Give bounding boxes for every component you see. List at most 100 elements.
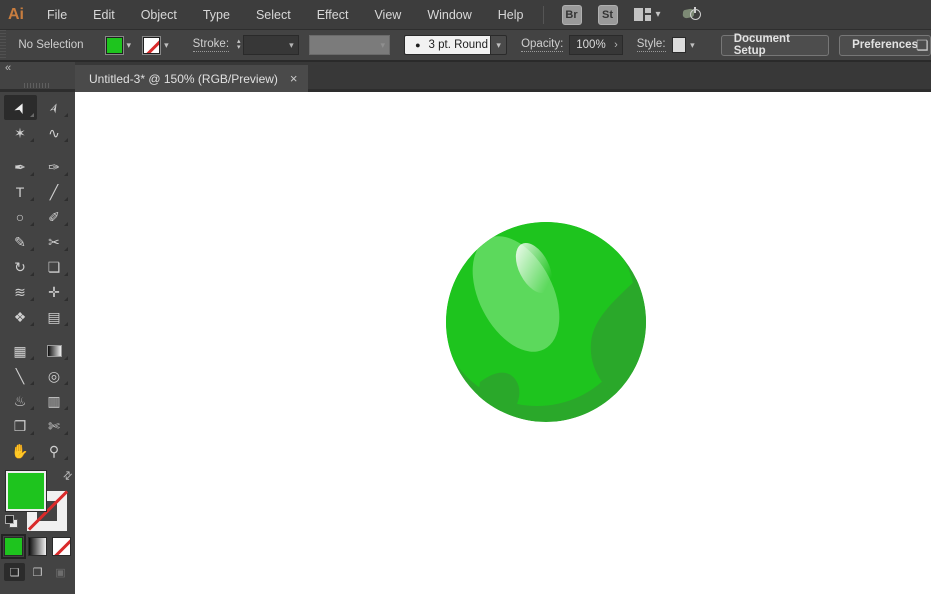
- opacity-slider-arrow-icon[interactable]: ›: [614, 39, 618, 51]
- brush-preview-icon: ●: [415, 40, 421, 50]
- ellipse-tool[interactable]: ○: [4, 204, 37, 229]
- pen-icon: ✒: [14, 158, 26, 175]
- chevron-down-icon[interactable]: ▾: [686, 38, 699, 53]
- paintbrush-tool[interactable]: ✐: [38, 204, 71, 229]
- pen-tool[interactable]: ✒: [4, 154, 37, 179]
- selection-tool[interactable]: ➤: [3, 95, 37, 120]
- direct-selection-tool[interactable]: ➢: [38, 95, 71, 120]
- chevron-down-icon[interactable]: ▾: [123, 38, 136, 53]
- symbol-sprayer-tool[interactable]: ♨: [4, 388, 37, 413]
- perspective-grid-tool[interactable]: ▤: [38, 304, 71, 329]
- stroke-weight-stepper[interactable]: ▴ ▾: [237, 38, 241, 51]
- menu-item-window[interactable]: Window: [414, 1, 484, 29]
- zoom-tool[interactable]: ⚲: [38, 438, 71, 463]
- opacity-label[interactable]: Opacity:: [521, 38, 564, 52]
- menu-item-edit[interactable]: Edit: [80, 1, 128, 29]
- hand-tool[interactable]: ✋: [4, 438, 37, 463]
- gpu-performance-icon[interactable]: [681, 6, 701, 23]
- artboard-tool[interactable]: ❐: [4, 413, 37, 438]
- opacity-input[interactable]: 100% ›: [569, 35, 623, 55]
- width-tool[interactable]: ≋: [4, 279, 37, 304]
- eyedropper-icon: ╲: [15, 367, 25, 384]
- selection-status: No Selection: [18, 39, 84, 51]
- gradient-tool[interactable]: [38, 338, 71, 363]
- collapse-panel-icon[interactable]: «: [5, 62, 11, 74]
- shape-builder-tool[interactable]: ❖: [4, 304, 37, 329]
- toolbar-grip[interactable]: [24, 83, 50, 88]
- slice-icon: ✄: [48, 417, 60, 434]
- illustrator-window: Ai File Edit Object Type Select Effect View Win…: [0, 0, 931, 594]
- paintbrush-icon: ✐: [48, 208, 60, 225]
- stroke-color-picker[interactable]: ▾: [142, 35, 173, 55]
- puppet-warp-tool[interactable]: ✛: [38, 279, 71, 304]
- workspace-switcher[interactable]: ▾: [633, 8, 661, 21]
- blend-tool[interactable]: ◎: [38, 363, 71, 388]
- app-logo: Ai: [8, 5, 24, 23]
- stroke-weight-dropdown[interactable]: ▾: [242, 35, 299, 55]
- line-segment-tool[interactable]: ╱: [38, 179, 71, 204]
- bridge-button[interactable]: Br: [561, 4, 582, 25]
- document-tab[interactable]: Untitled-3* @ 150% (RGB/Preview) ×: [75, 65, 308, 92]
- chevron-down-icon[interactable]: ▾: [160, 38, 173, 53]
- document-setup-button[interactable]: Document Setup: [720, 33, 830, 57]
- fill-proxy[interactable]: [6, 471, 46, 511]
- style-label[interactable]: Style:: [636, 38, 666, 52]
- tool-panel: ➤ ➢ ✶ ∿ ✒ ✑ T ╱ ○ ✐ ✎ ✂ ↻ ❏ ≋ ✛ ❖ ▤ ▦ ╲ ◎ ♨ ▥ ❐ ✄ ✋ ⚲ ⇄ ❑ ❒ ▣: [0, 92, 75, 594]
- menu-separator: [542, 5, 544, 24]
- scissors-icon: ✂: [48, 233, 60, 250]
- menu-item-select[interactable]: Select: [243, 1, 304, 29]
- menu-item-view[interactable]: View: [361, 1, 414, 29]
- draw-behind-button[interactable]: ❒: [27, 563, 48, 581]
- scissors-tool[interactable]: ✂: [38, 229, 71, 254]
- draw-normal-button[interactable]: ❑: [4, 563, 25, 581]
- style-swatch[interactable]: [671, 37, 687, 53]
- tab-row: « Untitled-3* @ 150% (RGB/Preview) ×: [0, 62, 931, 92]
- magic-wand-tool[interactable]: ✶: [4, 120, 37, 145]
- chevron-down-icon[interactable]: ▾: [490, 35, 508, 55]
- artboard-icon: ❐: [13, 417, 27, 434]
- stroke-weight-label[interactable]: Stroke:: [192, 38, 230, 52]
- fill-color-picker[interactable]: ▾: [104, 35, 136, 55]
- menu-item-effect[interactable]: Effect: [304, 1, 362, 29]
- menu-item-type[interactable]: Type: [190, 1, 243, 29]
- none-swatch-button[interactable]: [52, 537, 71, 556]
- control-bar: No Selection ▾ ▾ Stroke: ▴ ▾ ▾ ▾ ● 3 pt.…: [0, 30, 931, 62]
- brush-definition-combo[interactable]: ● 3 pt. Round ▾: [404, 35, 508, 55]
- artboard-canvas[interactable]: [75, 92, 931, 594]
- fill-swatch[interactable]: [104, 35, 124, 55]
- color-swatch-button[interactable]: [1, 534, 26, 559]
- mesh-tool[interactable]: ▦: [4, 338, 37, 363]
- mesh-icon: ▦: [13, 342, 27, 359]
- panel-dock-icon[interactable]: ❏: [916, 37, 931, 55]
- pencil-tool[interactable]: ✎: [4, 229, 37, 254]
- rotate-icon: ↻: [14, 258, 26, 275]
- opacity-value[interactable]: 100%: [576, 39, 605, 51]
- scale-tool[interactable]: ❏: [38, 254, 71, 279]
- default-fill-stroke-icon[interactable]: [5, 515, 18, 528]
- chevron-down-icon[interactable]: ▾: [285, 38, 298, 53]
- close-icon[interactable]: ×: [290, 71, 298, 86]
- width-icon: ≋: [14, 283, 26, 300]
- lasso-tool[interactable]: ∿: [38, 120, 71, 145]
- brush-definition-value[interactable]: ● 3 pt. Round: [404, 35, 491, 55]
- stepper-down-icon[interactable]: ▾: [237, 44, 241, 51]
- gradient-swatch-button[interactable]: [28, 537, 47, 556]
- slice-tool[interactable]: ✄: [38, 413, 71, 438]
- hand-icon: ✋: [11, 442, 29, 459]
- panel-grip[interactable]: [0, 30, 7, 60]
- curvature-tool[interactable]: ✑: [38, 154, 71, 179]
- green-ball-artwork[interactable]: [446, 222, 646, 422]
- menu-item-object[interactable]: Object: [128, 1, 190, 29]
- direct-selection-icon: ➢: [44, 98, 64, 117]
- rotate-tool[interactable]: ↻: [4, 254, 37, 279]
- type-tool[interactable]: T: [4, 179, 37, 204]
- column-graph-tool[interactable]: ▥: [38, 388, 71, 413]
- menu-item-help[interactable]: Help: [485, 1, 537, 29]
- type-icon: T: [15, 183, 25, 200]
- menu-item-file[interactable]: File: [34, 1, 80, 29]
- swap-fill-stroke-icon[interactable]: ⇄: [60, 468, 75, 483]
- stock-button[interactable]: St: [597, 4, 618, 25]
- stroke-none-swatch[interactable]: [142, 35, 162, 55]
- eyedropper-tool[interactable]: ╲: [4, 363, 37, 388]
- selection-icon: ➤: [10, 98, 30, 117]
